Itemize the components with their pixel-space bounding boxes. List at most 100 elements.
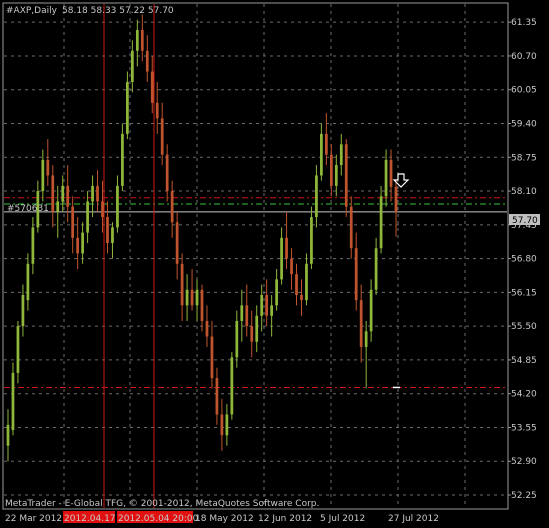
candle-body	[111, 227, 114, 244]
ohlc-readout: 58.18 58.33 57.22 57.70	[62, 6, 174, 16]
chart-window[interactable]: 61.35 60.70 60.05 59.40 58.75 58.10 57.45 56.80…	[0, 0, 549, 528]
y-tick-label: 59.40	[511, 120, 537, 130]
candle-body	[155, 102, 159, 119]
candle-body	[260, 294, 264, 316]
candle-body	[41, 159, 45, 192]
candle-body	[160, 118, 164, 155]
line-label: #570631	[7, 204, 49, 214]
x-tick-label: 22 Mar 2012	[5, 514, 62, 524]
candle-body	[51, 175, 55, 212]
candle-body	[61, 185, 65, 202]
candle-body	[86, 201, 89, 233]
candle-body	[215, 378, 219, 415]
candle-body	[31, 227, 35, 264]
copyright-text: MetaTrader - E-Global TFG, © 2001-2012, …	[5, 499, 319, 509]
candle-body	[384, 159, 388, 197]
candle-body	[76, 237, 80, 254]
candle-body	[200, 289, 204, 321]
candle-body	[369, 289, 373, 332]
candle-body	[185, 289, 189, 306]
candle-body	[56, 201, 60, 212]
candle-body	[270, 305, 274, 316]
candle-body	[394, 186, 398, 212]
candle-body	[150, 71, 154, 103]
candle-body	[21, 294, 25, 327]
candle-body	[6, 424, 10, 446]
candle-body	[389, 159, 393, 187]
candle-body	[46, 159, 50, 176]
y-tick-label: 52.25	[511, 491, 537, 501]
candle-body	[280, 237, 283, 280]
x-tick-label: 27 Jul 2012	[388, 514, 439, 524]
candle-body	[359, 300, 363, 347]
candle-body	[364, 331, 368, 347]
candle-body	[106, 217, 109, 244]
candle-body	[275, 279, 278, 306]
candle-body	[126, 81, 129, 134]
x-tick-label: 5 Jul 2012	[320, 514, 365, 524]
y-tick-label: 54.20	[511, 390, 537, 400]
candle-body	[16, 326, 20, 373]
candle-body	[101, 201, 104, 218]
candle-body	[240, 305, 244, 321]
candle-body	[235, 320, 239, 358]
candle-body	[300, 294, 303, 301]
candle-body	[329, 154, 333, 186]
candle-body	[225, 414, 229, 436]
candle-body	[324, 133, 328, 155]
x-tick-label: 2012.05.04 20:00	[118, 514, 199, 524]
symbol-label: #AXP,Daily	[6, 6, 58, 16]
y-tick-label: 61.35	[511, 18, 537, 28]
candle-body	[140, 29, 144, 51]
candle-body	[130, 50, 134, 82]
y-tick-label: 55.50	[511, 322, 537, 332]
candle-body	[180, 263, 184, 306]
candle-body	[295, 274, 298, 295]
candle-body	[255, 315, 259, 342]
y-tick-label: 60.05	[511, 86, 537, 96]
x-tick-label: 18 May 2012	[195, 514, 254, 524]
y-tick-label: 60.70	[511, 52, 537, 62]
candle-body	[354, 248, 358, 301]
x-tick-label: 2012.04.17	[64, 514, 116, 524]
candle-body	[190, 289, 194, 306]
candle-body	[344, 144, 348, 207]
candle-body	[339, 144, 343, 166]
candle-body	[71, 206, 75, 238]
y-tick-label: 58.75	[511, 153, 537, 163]
candle-body	[245, 305, 249, 327]
candle-body	[195, 289, 199, 306]
candle-body	[116, 185, 119, 228]
candle-body	[374, 248, 378, 290]
candle-body	[320, 133, 323, 176]
candle-body	[81, 232, 84, 254]
candle-body	[175, 222, 179, 264]
candle-body	[220, 414, 224, 436]
candle-body	[11, 372, 15, 431]
candle-body	[334, 165, 338, 186]
y-tick-label: 56.80	[511, 255, 537, 265]
candle-body	[96, 185, 99, 202]
x-tick-label: 12 Jun 2012	[258, 514, 312, 524]
candle-body	[290, 258, 293, 275]
price-axis: 61.3560.7060.0559.4058.7558.1057.4556.80…	[508, 18, 537, 501]
y-tick-label: 53.55	[511, 423, 537, 433]
y-tick-label: 54.85	[511, 356, 537, 366]
candle-body	[305, 263, 308, 301]
y-tick-label: 56.15	[511, 288, 537, 298]
candle-body	[349, 206, 353, 249]
candle-body	[285, 237, 288, 259]
candle-body	[91, 185, 94, 202]
price-chart[interactable]: 61.3560.7060.0559.4058.7558.1057.4556.80…	[0, 0, 549, 528]
candle-body	[310, 217, 313, 264]
candle-body	[135, 29, 139, 51]
candle-body	[379, 196, 383, 249]
candle-body	[145, 50, 149, 72]
y-tick-label: 52.90	[511, 457, 537, 467]
candle-body	[315, 175, 318, 218]
candle-body	[170, 191, 174, 223]
price-tag-text: 57.70	[512, 216, 538, 226]
candle-body	[66, 185, 70, 207]
candle-body	[210, 336, 214, 379]
candle-body	[250, 326, 254, 342]
